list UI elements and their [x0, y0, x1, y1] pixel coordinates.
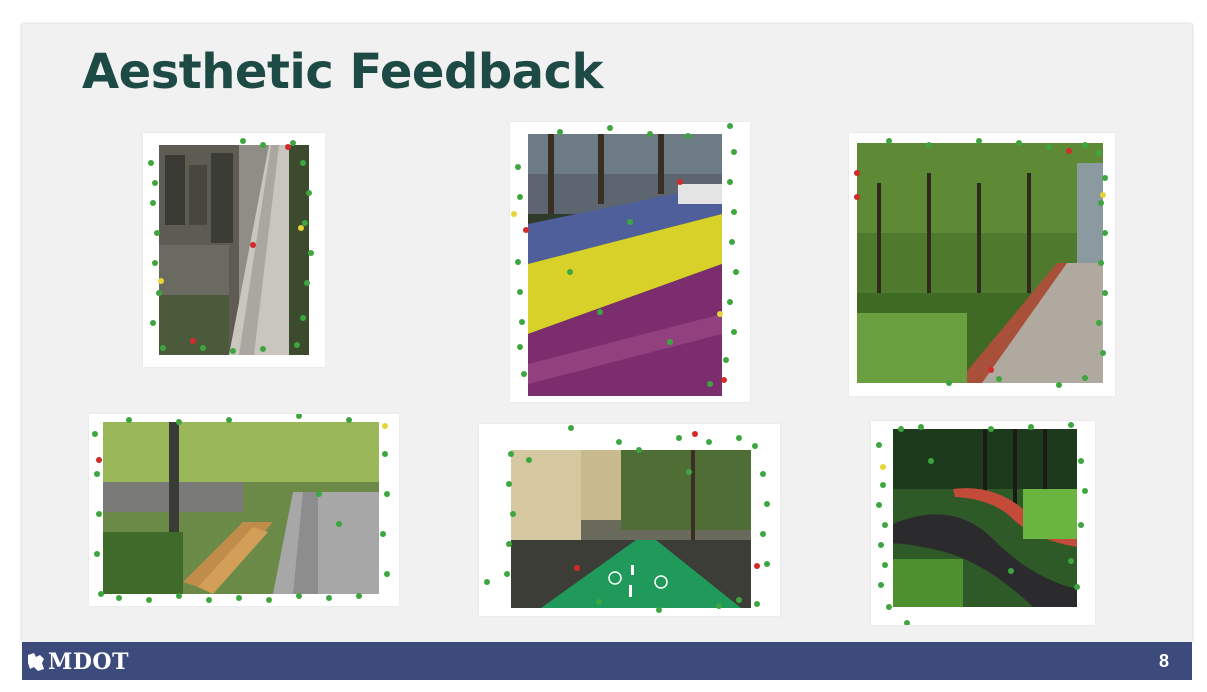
mdot-logo: MDOT — [26, 648, 166, 676]
photo-tree-lined-walkway — [849, 133, 1115, 396]
michigan-state-icon — [28, 653, 44, 671]
photo-flower-median — [510, 122, 750, 402]
flower-median-image — [528, 134, 722, 396]
photo-curving-path — [871, 421, 1095, 625]
tree-walkway-image — [857, 143, 1103, 383]
sidewalk-scene-image — [159, 145, 309, 355]
footer-bar — [22, 642, 1192, 680]
bench-promenade-image — [103, 422, 379, 594]
photo-bench-promenade — [89, 414, 399, 606]
bike-lane-image — [511, 450, 751, 608]
photo-green-bike-lane — [479, 424, 780, 616]
slide-title: Aesthetic Feedback — [82, 44, 603, 100]
mdot-logo-text: MDOT — [48, 649, 129, 675]
photo-sidewalk-storefronts — [143, 133, 325, 367]
curving-path-image — [893, 429, 1077, 607]
page-number: 8 — [1158, 651, 1169, 671]
